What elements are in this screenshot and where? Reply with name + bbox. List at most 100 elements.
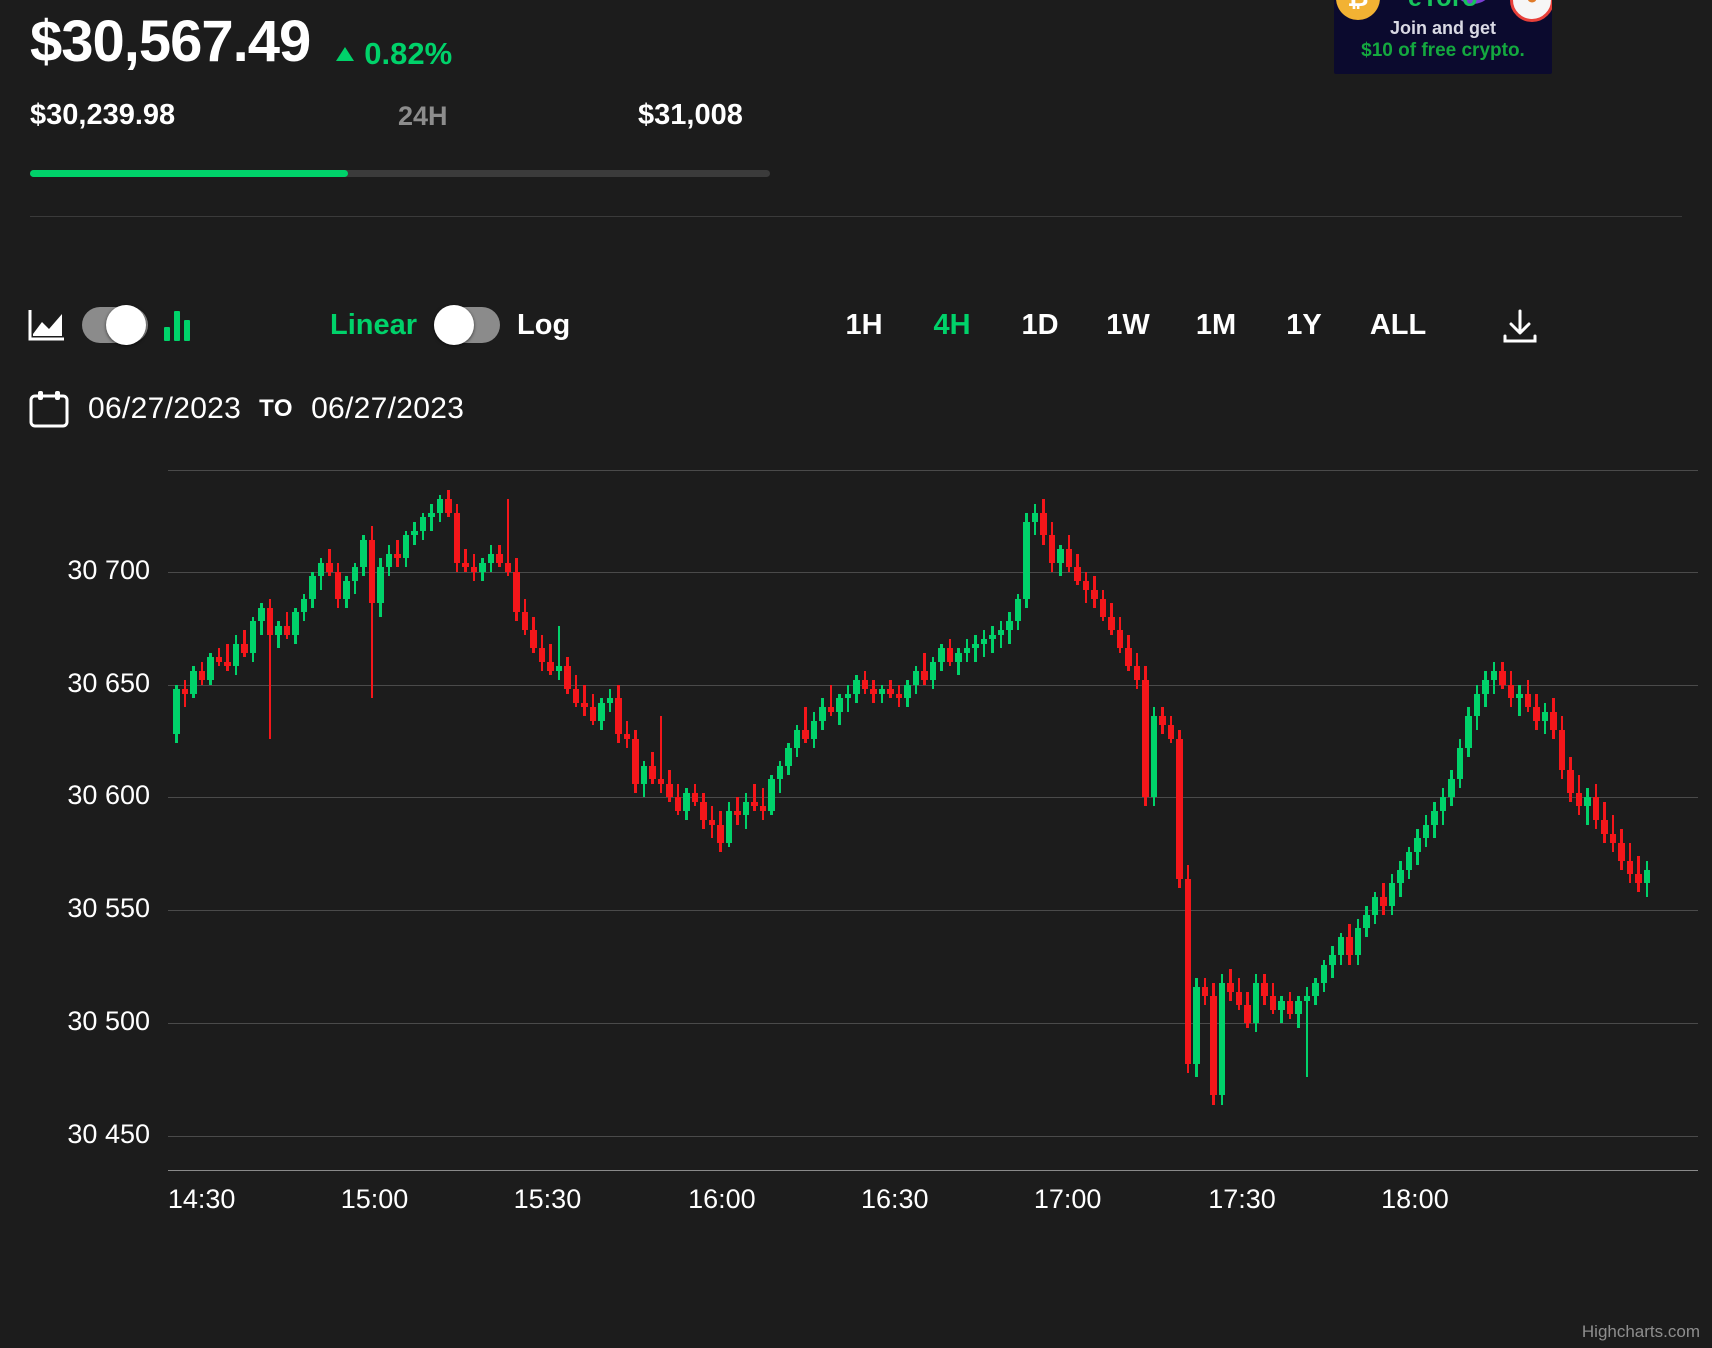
candlestick[interactable] (1150, 470, 1158, 1170)
candlestick[interactable] (1422, 470, 1430, 1170)
candlestick[interactable] (1575, 470, 1583, 1170)
candlestick[interactable] (215, 470, 223, 1170)
candlestick[interactable] (717, 470, 724, 1170)
candlestick[interactable] (555, 470, 563, 1170)
candlestick[interactable] (1346, 470, 1353, 1170)
candlestick[interactable] (742, 470, 750, 1170)
candlestick[interactable] (776, 470, 784, 1170)
candlestick-plot-area[interactable] (168, 470, 1698, 1170)
candlestick[interactable] (666, 470, 673, 1170)
candlestick[interactable] (946, 470, 954, 1170)
candlestick[interactable] (360, 470, 367, 1170)
candlestick[interactable] (1269, 470, 1277, 1170)
date-to[interactable]: 06/27/2023 (311, 392, 464, 426)
candlestick[interactable] (334, 470, 342, 1170)
candlestick[interactable] (1278, 470, 1285, 1170)
candlestick[interactable] (1439, 470, 1447, 1170)
candlestick[interactable] (1516, 470, 1523, 1170)
candlestick[interactable] (870, 470, 877, 1170)
candlestick[interactable] (377, 470, 384, 1170)
candlestick[interactable] (1295, 470, 1302, 1170)
candlestick[interactable] (419, 470, 427, 1170)
candlestick[interactable] (1626, 470, 1634, 1170)
candlestick[interactable] (1363, 470, 1370, 1170)
candlestick[interactable] (1431, 470, 1438, 1170)
candlestick[interactable] (1414, 470, 1421, 1170)
candlestick[interactable] (929, 470, 937, 1170)
candlestick[interactable] (1201, 470, 1209, 1170)
candlestick[interactable] (198, 470, 206, 1170)
scale-toggle[interactable] (434, 305, 501, 345)
candlestick[interactable] (1601, 470, 1608, 1170)
candlestick[interactable] (351, 470, 359, 1170)
candlestick[interactable] (1031, 470, 1039, 1170)
candlestick[interactable] (224, 470, 231, 1170)
candlestick[interactable] (997, 470, 1005, 1170)
candlestick[interactable] (1193, 470, 1200, 1170)
candlestick[interactable] (173, 470, 180, 1170)
timeframe-1w[interactable]: 1W (1084, 309, 1172, 342)
candlestick[interactable] (1091, 470, 1098, 1170)
candlestick[interactable] (1397, 470, 1404, 1170)
linear-scale-label[interactable]: Linear (330, 309, 417, 342)
candlestick[interactable] (1261, 470, 1268, 1170)
candlestick[interactable] (479, 470, 486, 1170)
candlestick[interactable] (1065, 470, 1073, 1170)
candlestick[interactable] (445, 470, 452, 1170)
candlestick[interactable] (887, 470, 894, 1170)
candlestick[interactable] (819, 470, 826, 1170)
candlestick[interactable] (793, 470, 801, 1170)
candlestick[interactable] (759, 470, 767, 1170)
timeframe-1d[interactable]: 1D (996, 309, 1084, 342)
candlestick[interactable] (283, 470, 291, 1170)
timeframe-all[interactable]: ALL (1348, 309, 1448, 342)
candlestick[interactable] (241, 470, 248, 1170)
candlestick[interactable] (538, 470, 546, 1170)
candlestick[interactable] (1465, 470, 1472, 1170)
candlestick[interactable] (1635, 470, 1642, 1170)
candlestick[interactable] (1524, 470, 1532, 1170)
candlestick[interactable] (1286, 470, 1294, 1170)
candlestick[interactable] (1567, 470, 1574, 1170)
candlestick[interactable] (1116, 470, 1124, 1170)
candlestick[interactable] (878, 470, 886, 1170)
candlestick[interactable] (521, 470, 529, 1170)
candlestick[interactable] (1354, 470, 1362, 1170)
candlestick[interactable] (1482, 470, 1489, 1170)
candlestick[interactable] (462, 470, 469, 1170)
candlestick[interactable] (1473, 470, 1481, 1170)
calendar-icon[interactable] (28, 389, 70, 429)
candlestick[interactable] (683, 470, 690, 1170)
candlestick[interactable] (708, 470, 716, 1170)
candlestick[interactable] (725, 470, 733, 1170)
candlestick[interactable] (615, 470, 622, 1170)
candlestick[interactable] (326, 470, 333, 1170)
candlestick[interactable] (955, 470, 962, 1170)
candlestick[interactable] (861, 470, 869, 1170)
candlestick[interactable] (1074, 470, 1081, 1170)
candlestick[interactable] (564, 470, 571, 1170)
candlestick[interactable] (513, 470, 520, 1170)
candlestick[interactable] (1643, 470, 1651, 1170)
candlestick[interactable] (802, 470, 809, 1170)
candlestick[interactable] (734, 470, 741, 1170)
candlestick[interactable] (470, 470, 478, 1170)
candlestick[interactable] (1252, 470, 1260, 1170)
candlestick[interactable] (1388, 470, 1396, 1170)
candlestick[interactable] (572, 470, 580, 1170)
candlestick[interactable] (1533, 470, 1540, 1170)
candlestick[interactable] (1218, 470, 1226, 1170)
candlestick[interactable] (1609, 470, 1617, 1170)
candlestick[interactable] (1167, 470, 1175, 1170)
candlestick[interactable] (700, 470, 707, 1170)
candlestick[interactable] (836, 470, 843, 1170)
candlestick[interactable] (674, 470, 682, 1170)
candlestick[interactable] (428, 470, 435, 1170)
candlestick[interactable] (1057, 470, 1064, 1170)
candlestick[interactable] (275, 470, 282, 1170)
candlestick[interactable] (1023, 470, 1030, 1170)
candlestick[interactable] (1244, 470, 1251, 1170)
candlestick[interactable] (921, 470, 928, 1170)
candlestick[interactable] (844, 470, 852, 1170)
timeframe-1h[interactable]: 1H (820, 309, 908, 342)
